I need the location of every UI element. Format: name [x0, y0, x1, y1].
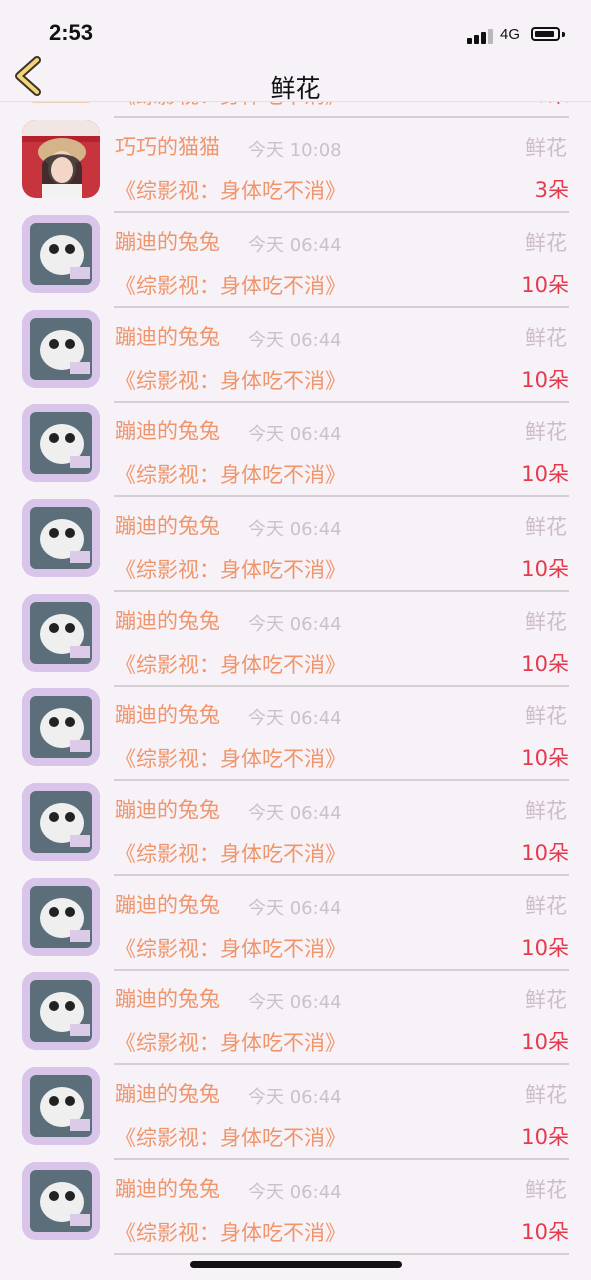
sender-name: 蹦迪的兔兔: [115, 514, 220, 538]
gift-type: 鲜花: [525, 610, 567, 634]
send-time: 今天 06:44: [248, 330, 342, 351]
send-time: 今天 10:08: [248, 140, 342, 161]
user-avatar[interactable]: [22, 878, 100, 956]
user-avatar[interactable]: [22, 404, 100, 482]
user-avatar[interactable]: [22, 499, 100, 577]
sender-name: 巧巧的猫猫: [115, 135, 220, 159]
user-avatar[interactable]: [22, 783, 100, 861]
sender-name: 蹦迪的兔兔: [115, 325, 220, 349]
send-time: 今天 06:44: [248, 803, 342, 824]
list-item[interactable]: 巧巧的猫猫 今天 10:08 鲜花 《综影视：身体吃不消》 3朵: [0, 101, 591, 213]
divider: [114, 1253, 569, 1255]
list-item[interactable]: 蹦迪的兔兔 今天 06:44 鲜花 《综影视：身体吃不消》 10朵: [0, 669, 591, 781]
list-item[interactable]: 蹦迪的兔兔 今天 06:44 鲜花 《综影视：身体吃不消》 10朵: [0, 859, 591, 971]
signal-icon: [467, 27, 493, 44]
gift-type: 鲜花: [525, 515, 567, 539]
battery-tip: [562, 32, 565, 37]
list-item[interactable]: 蹦迪的兔兔 今天 06:44 鲜花 《综影视：身体吃不消》 10朵: [0, 1048, 591, 1160]
list-item[interactable]: 蹦迪的兔兔 今天 06:44 鲜花 《综影视：身体吃不消》 10朵: [0, 764, 591, 876]
status-time: 2:53: [49, 20, 94, 45]
list-item[interactable]: 蹦迪的兔兔 今天 06:44 鲜花 《综影视：身体吃不消》 10朵: [0, 291, 591, 403]
flower-count: 10朵: [521, 1220, 569, 1244]
sender-name: 蹦迪的兔兔: [115, 703, 220, 727]
user-avatar[interactable]: [22, 594, 100, 672]
send-time: 今天 06:44: [248, 992, 342, 1013]
send-time: 今天 06:44: [248, 1087, 342, 1108]
book-title: 《综影视：身体吃不消》: [115, 1221, 346, 1245]
user-avatar[interactable]: [22, 1162, 100, 1240]
gift-type: 鲜花: [525, 1083, 567, 1107]
send-time: 今天 06:44: [248, 519, 342, 540]
sender-name: 蹦迪的兔兔: [115, 419, 220, 443]
battery-icon: [531, 27, 560, 41]
navigation-bar: 鲜花: [0, 50, 591, 103]
sender-name: 蹦迪的兔兔: [115, 987, 220, 1011]
send-time: 今天 06:44: [248, 708, 342, 729]
sender-name: 蹦迪的兔兔: [115, 609, 220, 633]
sender-name: 蹦迪的兔兔: [115, 798, 220, 822]
home-indicator[interactable]: [190, 1261, 402, 1268]
list-item[interactable]: 蹦迪的兔兔 今天 06:44 鲜花 《综影视：身体吃不消》 10朵: [0, 385, 591, 497]
send-time: 今天 06:44: [248, 898, 342, 919]
gift-type: 鲜花: [525, 988, 567, 1012]
gift-type: 鲜花: [525, 704, 567, 728]
gift-type: 鲜花: [525, 894, 567, 918]
user-avatar[interactable]: [22, 120, 100, 198]
list-item[interactable]: 蹦迪的兔兔 今天 06:44 鲜花 《综影视：身体吃不消》 10朵: [0, 575, 591, 687]
gift-type: 鲜花: [525, 799, 567, 823]
user-avatar[interactable]: [22, 310, 100, 388]
status-bar: 2:53 4G: [0, 0, 591, 50]
gift-type: 鲜花: [525, 136, 567, 160]
sender-name: 蹦迪的兔兔: [115, 230, 220, 254]
send-time: 今天 06:44: [248, 424, 342, 445]
list-item[interactable]: 蹦迪的兔兔 今天 06:44 鲜花 《综影视：身体吃不消》 10朵: [0, 953, 591, 1065]
send-time: 今天 06:44: [248, 614, 342, 635]
gift-type: 鲜花: [525, 1178, 567, 1202]
list-item[interactable]: 蹦迪的兔兔 今天 06:44 鲜花 《综影视：身体吃不消》 10朵: [0, 196, 591, 308]
send-time: 今天 06:44: [248, 235, 342, 256]
gift-type: 鲜花: [525, 231, 567, 255]
page-title: 鲜花: [270, 74, 321, 103]
sender-name: 蹦迪的兔兔: [115, 1082, 220, 1106]
sender-name: 蹦迪的兔兔: [115, 1177, 220, 1201]
user-avatar[interactable]: [22, 688, 100, 766]
user-avatar[interactable]: [22, 972, 100, 1050]
network-label: 4G: [500, 26, 521, 43]
user-avatar[interactable]: [22, 215, 100, 293]
gift-type: 鲜花: [525, 420, 567, 444]
gift-type: 鲜花: [525, 326, 567, 350]
list-item[interactable]: 蹦迪的兔兔 今天 06:44 鲜花 《综影视：身体吃不消》 10朵: [0, 1143, 591, 1255]
sender-name: 蹦迪的兔兔: [115, 893, 220, 917]
send-time: 今天 06:44: [248, 1182, 342, 1203]
list-item[interactable]: 蹦迪的兔兔 今天 06:44 鲜花 《综影视：身体吃不消》 10朵: [0, 480, 591, 592]
gift-record-list[interactable]: 《综影视：身体吃不消》 10朵 巧巧的猫猫 今天 10:08 鲜花 《综影视：身…: [0, 0, 591, 1280]
user-avatar[interactable]: [22, 1067, 100, 1145]
